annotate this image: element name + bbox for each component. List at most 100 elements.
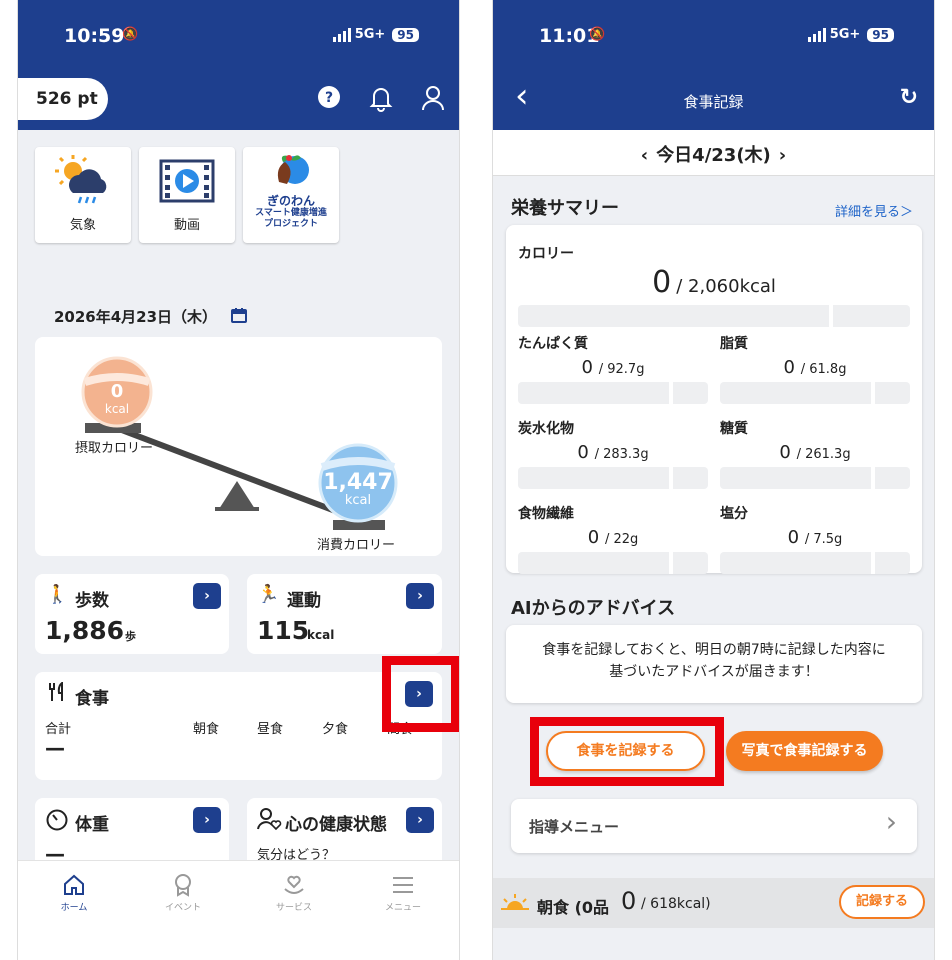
nav-service[interactable]: サービス: [254, 873, 334, 913]
video-tile[interactable]: 動画: [139, 147, 235, 243]
calorie-balance-card[interactable]: 0 kcal 摂取カロリー 1,447 kcal 消費カロリー: [35, 337, 442, 556]
network-type: 5G+: [829, 27, 861, 42]
chevron-right-icon: ›: [885, 805, 897, 838]
steps-arrow-button[interactable]: ›: [193, 583, 221, 609]
meal-title: 食事: [75, 689, 109, 709]
hamburger-icon: [393, 877, 413, 893]
status-time: 10:59: [64, 25, 125, 47]
date-navigator: ‹ 今日4/23(木) ›: [493, 130, 934, 176]
steps-card[interactable]: 🚶 歩数 › 1,886 歩: [35, 574, 229, 654]
bell-icon[interactable]: [368, 84, 394, 112]
nutrient-item: 炭水化物 0 / 283.3g: [518, 418, 708, 489]
nav-event-label: イベント: [164, 903, 201, 913]
next-day-button[interactable]: ›: [779, 145, 786, 166]
nutrient-value: 0: [787, 527, 800, 548]
user-icon[interactable]: [420, 84, 446, 112]
service-icon: [284, 875, 304, 894]
record-meal-button[interactable]: 食事を記録する: [546, 731, 705, 771]
calendar-icon[interactable]: [231, 307, 247, 323]
calorie-progress-bar: [518, 305, 910, 327]
nutrient-target: / 22g: [604, 532, 639, 547]
advice-line-2: 基づいたアドバイスが届きます！: [609, 664, 819, 680]
meal-lunch-label: 昼食: [257, 722, 284, 737]
steps-title: 歩数: [75, 591, 109, 611]
mute-icon: 🔕: [122, 27, 139, 42]
weather-icon: [55, 155, 107, 204]
help-icon[interactable]: ?: [316, 84, 342, 110]
weight-arrow-button[interactable]: ›: [193, 807, 221, 833]
advice-line-1: 食事を記録しておくと、明日の朝7時に記録した内容に: [542, 642, 886, 658]
nutrient-item: 脂質 0 / 61.8g: [720, 333, 910, 404]
fork-knife-icon: [49, 682, 63, 701]
nutrient-progress-bar: [720, 382, 910, 404]
burn-unit: kcal: [344, 493, 372, 508]
advice-card: 食事を記録しておくと、明日の朝7時に記録した内容に 基づいたアドバイスが届きます…: [506, 625, 922, 703]
tile-label-weather: 気象: [69, 218, 96, 233]
nutrition-summary-card: カロリー 0 / 2,060kcal たんぱく質 0 / 92.7g 脂質 0 / 6…: [506, 225, 922, 574]
nutrient-label: 脂質: [720, 336, 748, 352]
calorie-label: カロリー: [518, 246, 574, 262]
weather-tile[interactable]: 気象: [35, 147, 131, 243]
guidance-menu-row[interactable]: 指導メニュー ›: [511, 799, 917, 853]
ginowan-tile[interactable]: ぎのわん スマート健康増進 プロジェクト: [243, 147, 339, 243]
nav-menu[interactable]: メニュー: [363, 873, 443, 913]
breakfast-record-button[interactable]: 記録する: [839, 885, 925, 919]
exercise-title: 運動: [287, 591, 321, 611]
nutrient-target: / 283.3g: [594, 447, 649, 462]
calorie-value: 0: [652, 265, 672, 300]
calorie-row: カロリー 0 / 2,060kcal: [518, 243, 910, 327]
home-screen: 10:59 🔕 5G+ 95 526 pt ? 気象 動画 ぎのわん スマート健…: [17, 0, 460, 960]
nutrient-item: たんぱく質 0 / 92.7g: [518, 333, 708, 404]
steps-value: 1,886: [45, 616, 125, 645]
status-signal: 5G+ 95: [807, 27, 894, 42]
burn-label: 消費カロリー: [317, 538, 396, 553]
nav-event[interactable]: イベント: [143, 873, 223, 913]
sunrise-icon: [501, 894, 529, 910]
breakfast-label: 朝食 (0品: [537, 898, 610, 917]
exercise-card[interactable]: 🏃 運動 › 115 kcal: [247, 574, 442, 654]
badge-icon: [175, 874, 191, 897]
steps-unit: 歩: [125, 630, 136, 643]
battery-level: 95: [392, 27, 419, 42]
nutrient-grid: たんぱく質 0 / 92.7g 脂質 0 / 61.8g 炭水化物 0 / 283.3g 糖…: [518, 333, 910, 574]
calorie-target: / 2,060kcal: [676, 276, 776, 297]
breakfast-target: / 618kcal): [641, 896, 711, 912]
tile-label-ginowan: ぎのわん スマート健康増進 プロジェクト: [255, 194, 327, 229]
nutrient-item: 食物繊維 0 / 22g: [518, 503, 708, 574]
battery-level: 95: [867, 27, 894, 42]
nav-service-label: サービス: [275, 903, 312, 913]
nutrient-target: / 261.3g: [796, 447, 851, 462]
nutrient-progress-bar: [720, 552, 910, 574]
meal-card[interactable]: 食事 › 合計 朝食 昼食 夕食 間食 —: [35, 672, 442, 780]
nutrient-value: 0: [577, 442, 589, 463]
points-badge[interactable]: 526 pt: [18, 78, 108, 120]
meal-total-value: —: [45, 736, 65, 760]
mute-icon: 🔕: [589, 27, 606, 42]
intake-value: 0: [110, 381, 124, 402]
exercise-arrow-button[interactable]: ›: [406, 583, 434, 609]
nutrient-progress-bar: [518, 552, 708, 574]
ginowan-logo: [277, 155, 309, 184]
current-date: 今日4/23(木): [656, 145, 771, 166]
meal-arrow-button[interactable]: ›: [405, 681, 433, 707]
breakfast-row: 朝食 (0品 0 / 618kcal) 記録する: [493, 878, 934, 928]
nutrient-target: / 7.5g: [804, 532, 843, 547]
nutrient-progress-bar: [720, 467, 910, 489]
nav-home-label: ホーム: [60, 903, 88, 913]
nutrient-label: たんぱく質: [518, 336, 588, 352]
weight-title: 体重: [75, 815, 109, 835]
prev-day-button[interactable]: ‹: [641, 145, 648, 166]
nutrient-item: 糖質 0 / 261.3g: [720, 418, 910, 489]
detail-link[interactable]: 詳細を見る＞: [835, 201, 913, 220]
nutrient-target: / 92.7g: [598, 362, 645, 377]
nav-home[interactable]: ホーム: [34, 873, 114, 913]
app-header: ‹ 食事記録 ↻: [493, 76, 934, 130]
person-heart-icon: [257, 808, 282, 831]
refresh-icon[interactable]: ↻: [900, 85, 918, 110]
exercise-unit: kcal: [307, 628, 335, 642]
intake-unit: kcal: [104, 402, 130, 416]
network-type: 5G+: [354, 27, 386, 42]
photo-record-button[interactable]: 写真で食事記録する: [726, 731, 883, 771]
mental-arrow-button[interactable]: ›: [406, 807, 434, 833]
intake-label: 摂取カロリー: [75, 441, 154, 456]
